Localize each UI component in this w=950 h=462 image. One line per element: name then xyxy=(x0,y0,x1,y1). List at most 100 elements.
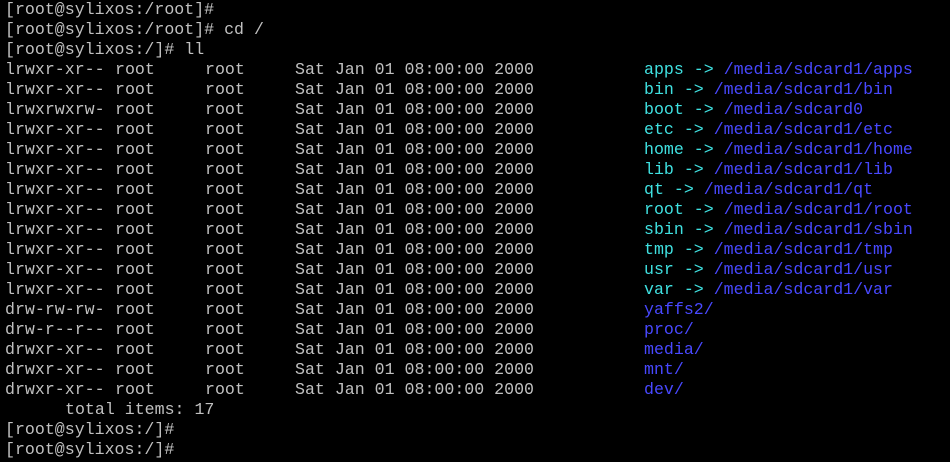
directory-name: dev/ xyxy=(644,380,684,399)
modified-date: Sat Jan 01 08:00:00 2000 xyxy=(295,200,534,219)
listing-row: lrwxr-xr-- root root Sat Jan 01 08:00:00 20… xyxy=(0,260,950,280)
symlink-target: /media/sdcard1/apps xyxy=(723,60,913,79)
symlink-arrow: -> xyxy=(673,80,714,99)
owner-group: root xyxy=(205,180,245,199)
listing-row: lrwxr-xr-- root root Sat Jan 01 08:00:00 20… xyxy=(0,120,950,140)
owner-group: root xyxy=(205,80,245,99)
owner-group: root xyxy=(205,120,245,139)
modified-date: Sat Jan 01 08:00:00 2000 xyxy=(295,100,534,119)
permissions: lrwxr-xr-- xyxy=(5,80,105,99)
modified-date: Sat Jan 01 08:00:00 2000 xyxy=(295,280,534,299)
directory-name: media/ xyxy=(644,340,704,359)
entry-name: lib -> /media/sdcard1/lib xyxy=(644,160,893,180)
owner-user: root xyxy=(115,160,155,179)
owner-group: root xyxy=(205,200,245,219)
listing-row: drwxr-xr-- root root Sat Jan 01 08:00:00 20… xyxy=(0,380,950,400)
symlink-name: var xyxy=(644,280,674,299)
modified-date: Sat Jan 01 08:00:00 2000 xyxy=(295,160,534,179)
owner-group: root xyxy=(205,100,245,119)
owner-user: root xyxy=(115,120,155,139)
owner-group: root xyxy=(205,320,245,339)
permissions: lrwxr-xr-- xyxy=(5,140,105,159)
modified-date: Sat Jan 01 08:00:00 2000 xyxy=(295,260,534,279)
listing-row: lrwxr-xr-- root root Sat Jan 01 08:00:00 20… xyxy=(0,140,950,160)
owner-user: root xyxy=(115,240,155,259)
prompt-line: [root@sylixos:/]# xyxy=(5,420,175,439)
owner-user: root xyxy=(115,80,155,99)
listing-row: lrwxr-xr-- root root Sat Jan 01 08:00:00 20… xyxy=(0,220,950,240)
modified-date: Sat Jan 01 08:00:00 2000 xyxy=(295,140,534,159)
entry-name: boot -> /media/sdcard0 xyxy=(644,100,863,120)
symlink-name: tmp xyxy=(644,240,674,259)
listing-row: lrwxr-xr-- root root Sat Jan 01 08:00:00 20… xyxy=(0,240,950,260)
directory-name: mnt/ xyxy=(644,360,684,379)
owner-user: root xyxy=(115,380,155,399)
symlink-arrow: -> xyxy=(683,100,724,119)
symlink-arrow: -> xyxy=(673,280,714,299)
owner-user: root xyxy=(115,100,155,119)
symlink-name: qt xyxy=(644,180,664,199)
total-items-line: total items: 17 xyxy=(65,400,215,419)
listing-row: lrwxr-xr-- root root Sat Jan 01 08:00:00 20… xyxy=(0,280,950,300)
entry-name: dev/ xyxy=(644,380,684,400)
directory-name: yaffs2/ xyxy=(644,300,714,319)
listing-row: drwxr-xr-- root root Sat Jan 01 08:00:00 20… xyxy=(0,340,950,360)
owner-group: root xyxy=(205,380,245,399)
symlink-name: bin xyxy=(644,80,674,99)
symlink-arrow: -> xyxy=(673,260,714,279)
owner-group: root xyxy=(205,240,245,259)
entry-name: root -> /media/sdcard1/root xyxy=(644,200,913,220)
symlink-target: /media/sdcard1/bin xyxy=(713,80,893,99)
owner-user: root xyxy=(115,300,155,319)
symlink-target: /media/sdcard1/root xyxy=(723,200,913,219)
symlink-name: sbin xyxy=(644,220,684,239)
symlink-name: root xyxy=(644,200,684,219)
owner-user: root xyxy=(115,320,155,339)
entry-name: proc/ xyxy=(644,320,694,340)
modified-date: Sat Jan 01 08:00:00 2000 xyxy=(295,360,534,379)
directory-name: proc/ xyxy=(644,320,694,339)
prompt-line: [root@sylixos:/root]# cd / xyxy=(5,20,264,39)
symlink-name: apps xyxy=(644,60,684,79)
listing-row: drw-r--r-- root root Sat Jan 01 08:00:00 20… xyxy=(0,320,950,340)
symlink-arrow: -> xyxy=(683,60,724,79)
entry-name: yaffs2/ xyxy=(644,300,714,320)
modified-date: Sat Jan 01 08:00:00 2000 xyxy=(295,320,534,339)
owner-group: root xyxy=(205,340,245,359)
terminal-window[interactable]: [root@sylixos:/root]# [root@sylixos:/roo… xyxy=(0,0,950,462)
entry-name: var -> /media/sdcard1/var xyxy=(644,280,893,300)
modified-date: Sat Jan 01 08:00:00 2000 xyxy=(295,80,534,99)
entry-name: mnt/ xyxy=(644,360,684,380)
entry-name: usr -> /media/sdcard1/usr xyxy=(644,260,893,280)
symlink-arrow: -> xyxy=(673,240,714,259)
permissions: lrwxr-xr-- xyxy=(5,260,105,279)
owner-group: root xyxy=(205,360,245,379)
modified-date: Sat Jan 01 08:00:00 2000 xyxy=(295,60,534,79)
owner-user: root xyxy=(115,360,155,379)
listing-row: lrwxr-xr-- root root Sat Jan 01 08:00:00 20… xyxy=(0,200,950,220)
symlink-target: /media/sdcard1/sbin xyxy=(723,220,913,239)
entry-name: tmp -> /media/sdcard1/tmp xyxy=(644,240,893,260)
modified-date: Sat Jan 01 08:00:00 2000 xyxy=(295,120,534,139)
symlink-name: home xyxy=(644,140,684,159)
permissions: lrwxr-xr-- xyxy=(5,180,105,199)
permissions: lrwxr-xr-- xyxy=(5,160,105,179)
prompt-line: [root@sylixos:/]# ll xyxy=(5,40,205,59)
permissions: drwxr-xr-- xyxy=(5,360,105,379)
symlink-target: /media/sdcard0 xyxy=(723,100,864,119)
symlink-arrow: -> xyxy=(683,200,724,219)
modified-date: Sat Jan 01 08:00:00 2000 xyxy=(295,240,534,259)
entry-name: etc -> /media/sdcard1/etc xyxy=(644,120,893,140)
prompt-line-active[interactable]: [root@sylixos:/]# xyxy=(0,440,950,460)
permissions: lrwxr-xr-- xyxy=(5,200,105,219)
symlink-target: /media/sdcard1/usr xyxy=(713,260,893,279)
directory-listing: lrwxr-xr-- root root Sat Jan 01 08:00:00 20… xyxy=(0,60,950,400)
listing-row: drwxr-xr-- root root Sat Jan 01 08:00:00 20… xyxy=(0,360,950,380)
owner-user: root xyxy=(115,60,155,79)
permissions: lrwxrwxrw- xyxy=(5,100,105,119)
owner-user: root xyxy=(115,280,155,299)
symlink-target: /media/sdcard1/qt xyxy=(703,180,874,199)
owner-group: root xyxy=(205,160,245,179)
owner-user: root xyxy=(115,220,155,239)
permissions: drwxr-xr-- xyxy=(5,380,105,399)
